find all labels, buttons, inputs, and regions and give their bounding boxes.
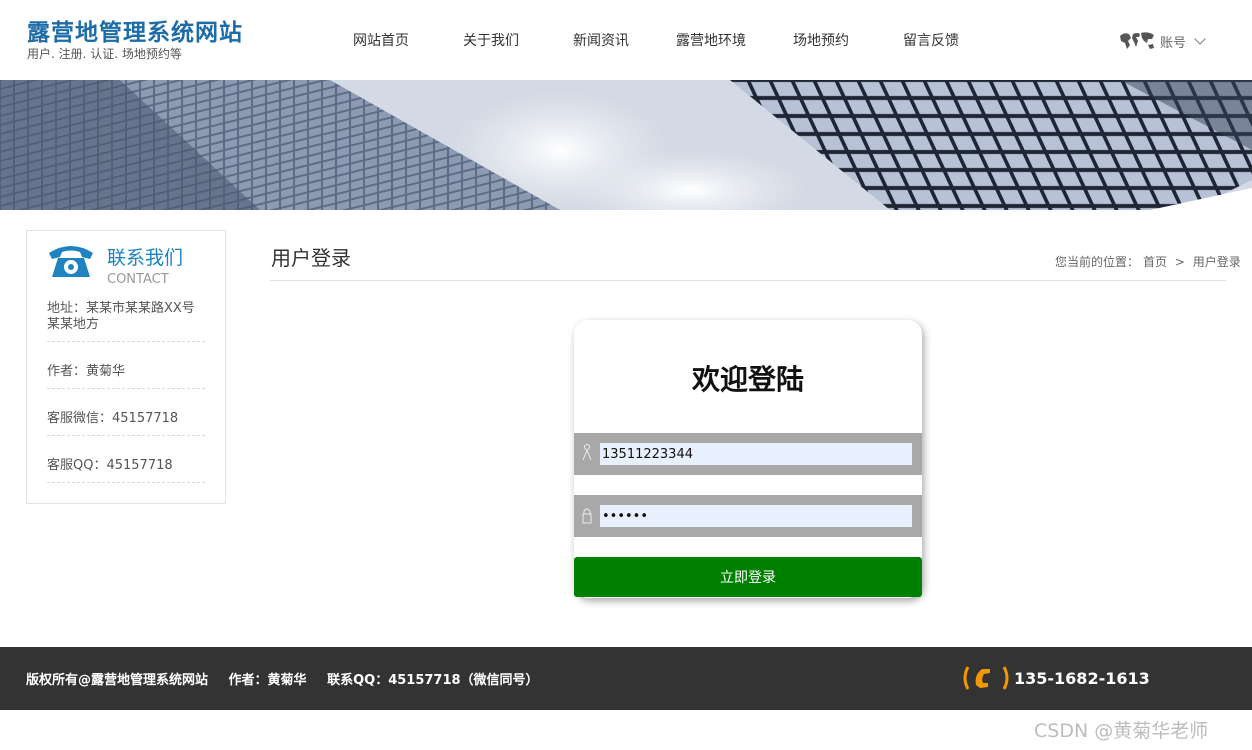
contact-title: 联系我们 (107, 247, 184, 269)
contact-wechat: 客服微信：45157718 (47, 411, 205, 436)
lock-icon (582, 508, 592, 524)
world-map-icon (1120, 32, 1154, 49)
password-input[interactable] (600, 505, 912, 527)
username-input[interactable] (600, 443, 912, 465)
chevron-down-icon (1194, 32, 1206, 45)
building-banner-image (0, 80, 1252, 210)
footer-info: 版权所有@露营地管理系统网站 作者：黄菊华 联系QQ：45157718（微信同号… (26, 669, 555, 688)
contact-author: 作者：黄菊华 (47, 364, 205, 389)
breadcrumb: 您当前的位置： 首页 > 用户登录 (1053, 253, 1243, 270)
site-subtitle: 用户. 注册. 认证. 场地预约等 (27, 47, 182, 61)
account-menu[interactable]: 账号 (1118, 30, 1206, 52)
nav-item-feedback[interactable]: 留言反馈 (876, 30, 986, 50)
contact-sidebar: 联系我们 CONTACT 地址：某某市某某路XX号某某地方 作者：黄菊华 客服微… (26, 230, 226, 504)
footer-phone-number: 135-1682-1613 (1014, 668, 1150, 688)
site-title[interactable]: 露营地管理系统网站 (27, 13, 243, 47)
csdn-watermark: CSDN @黄菊华老师 (1034, 720, 1209, 742)
footer-phone: 135-1682-1613 (960, 663, 1150, 693)
telephone-icon (49, 246, 93, 277)
footer-copyright: 版权所有@露营地管理系统网站 (26, 673, 209, 688)
breadcrumb-current: 用户登录 (1192, 255, 1241, 269)
page-title: 用户登录 (271, 246, 351, 270)
account-label: 账号 (1160, 35, 1187, 51)
breadcrumb-separator: > (1174, 255, 1185, 269)
nav-item-about[interactable]: 关于我们 (436, 30, 546, 50)
login-heading: 欢迎登陆 (691, 363, 804, 396)
password-row (574, 495, 922, 537)
footer-contact: 联系QQ：45157718（微信同号） (327, 673, 539, 688)
phone-call-icon (963, 666, 1009, 690)
site-footer: 版权所有@露营地管理系统网站 作者：黄菊华 联系QQ：45157718（微信同号… (0, 647, 1252, 710)
main-nav: 网站首页 关于我们 新闻资讯 露营地环境 场地预约 留言反馈 (326, 30, 986, 50)
breadcrumb-prefix: 您当前的位置： (1055, 255, 1140, 269)
breadcrumb-home[interactable]: 首页 (1143, 255, 1167, 269)
nav-item-environment[interactable]: 露营地环境 (656, 30, 766, 50)
user-icon (582, 444, 592, 461)
nav-item-news[interactable]: 新闻资讯 (546, 30, 656, 50)
login-button[interactable]: 立即登录 (574, 557, 922, 597)
nav-item-home[interactable]: 网站首页 (326, 30, 436, 50)
footer-author: 作者：黄菊华 (228, 673, 307, 688)
contact-subtitle: CONTACT (107, 272, 169, 287)
contact-address: 地址：某某市某某路XX号某某地方 (47, 301, 205, 342)
hero-banner (0, 80, 1252, 210)
title-divider (270, 280, 1226, 281)
login-form: 欢迎登陆 立即登录 (574, 320, 922, 598)
nav-item-booking[interactable]: 场地预约 (766, 30, 876, 50)
site-header: 露营地管理系统网站 用户. 注册. 认证. 场地预约等 网站首页 关于我们 新闻… (0, 0, 1252, 80)
username-row (574, 433, 922, 475)
contact-qq: 客服QQ：45157718 (47, 458, 205, 483)
